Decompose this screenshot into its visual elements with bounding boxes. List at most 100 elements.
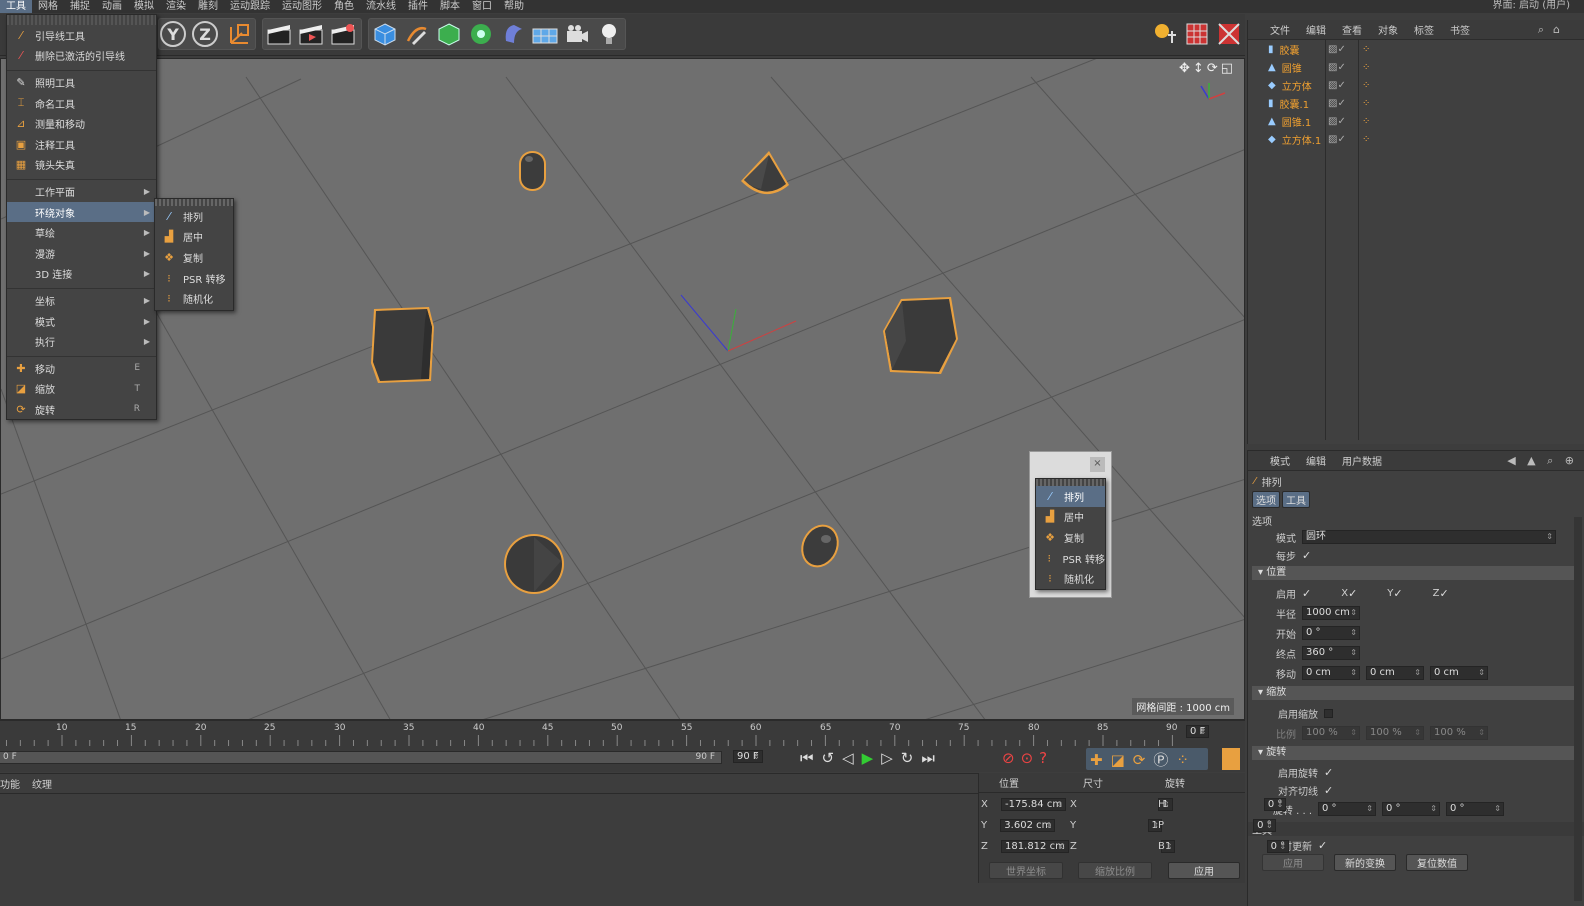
menu-item-delete-guides[interactable]: ⁄ 删除已激活的引导线 xyxy=(7,46,156,67)
position-x-field[interactable]: -175.84 cm xyxy=(1001,798,1067,811)
workplane-button[interactable] xyxy=(1182,19,1212,49)
menu-snap[interactable]: 捕捉 xyxy=(64,0,96,13)
add-cloner-button[interactable] xyxy=(466,19,496,49)
menu-item-move[interactable]: ✚ 移动 E xyxy=(7,358,156,379)
x-checkbox[interactable]: ✓ xyxy=(1348,587,1357,600)
param-key-icon[interactable]: Ⓟ xyxy=(1153,751,1176,769)
record-key-icon[interactable]: ⊘ xyxy=(1002,749,1021,767)
am-menu-edit[interactable]: 编辑 xyxy=(1306,453,1326,468)
tag-icon[interactable]: ⁘ xyxy=(1362,116,1370,127)
z-checkbox[interactable]: ✓ xyxy=(1439,587,1448,600)
submenu-item-arrange[interactable]: ⁄ 排列 xyxy=(155,206,233,227)
submenu-item-psr-transfer[interactable]: ⁝ PSR 转移 xyxy=(155,268,233,289)
menu-item-measure-move[interactable]: ⊿ 测量和移动 xyxy=(7,113,156,134)
rotation-h-coord-field[interactable]: 0 ° xyxy=(1263,798,1287,811)
material-menu-functions[interactable]: 功能 xyxy=(0,776,20,791)
object-row[interactable]: ◆ 立方体.1 ▨✓ ⁘ xyxy=(1248,130,1584,148)
menu-item-annotation-tool[interactable]: ▣ 注释工具 xyxy=(7,134,156,155)
om-menu-objects[interactable]: 对象 xyxy=(1378,22,1398,37)
ratio-x-field[interactable]: 100 % xyxy=(1302,726,1360,740)
render-view-button[interactable] xyxy=(264,19,294,49)
enable-rotation-checkbox[interactable]: ✓ xyxy=(1324,766,1333,779)
menu-item-scale[interactable]: ◪ 缩放 T xyxy=(7,379,156,400)
add-subdivision-button[interactable] xyxy=(434,19,464,49)
visibility-toggle[interactable]: ▨✓ xyxy=(1328,80,1346,91)
section-position[interactable]: ▾ 位置 xyxy=(1252,566,1580,580)
menu-item-execute[interactable]: 执行 ▶ xyxy=(7,331,156,352)
play-icon[interactable]: ▶ xyxy=(862,749,882,767)
layout-selector[interactable]: 界面: 启动 (用户) xyxy=(1492,0,1570,12)
add-light-button[interactable] xyxy=(594,19,624,49)
align-tangent-checkbox[interactable]: ✓ xyxy=(1324,784,1333,797)
add-deformer-button[interactable] xyxy=(498,19,528,49)
frame-range-slider[interactable]: 0 F 90 F xyxy=(0,751,722,764)
add-camera-button[interactable] xyxy=(562,19,592,49)
palette-item-center[interactable]: ▟ 居中 xyxy=(1036,507,1105,528)
go-to-end-icon[interactable]: ⏭ xyxy=(921,749,943,767)
render-picture-viewer-button[interactable] xyxy=(296,19,326,49)
visibility-toggle[interactable]: ▨✓ xyxy=(1328,116,1346,127)
menu-item-3d-connexion[interactable]: 3D 连接 ▶ xyxy=(7,264,156,285)
menu-mograph[interactable]: 运动图形 xyxy=(276,0,328,13)
am-menu-mode[interactable]: 模式 xyxy=(1270,453,1290,468)
menu-mesh[interactable]: 网格 xyxy=(32,0,64,13)
menu-window[interactable]: 窗口 xyxy=(466,0,498,13)
move-x-field[interactable]: 0 cm xyxy=(1302,666,1360,680)
palette-item-psr-transfer[interactable]: ⁝ PSR 转移 xyxy=(1036,548,1105,569)
move-z-field[interactable]: 0 cm xyxy=(1430,666,1488,680)
menu-tools[interactable]: 工具 xyxy=(0,0,32,13)
add-spline-pen-button[interactable] xyxy=(402,19,432,49)
rotation-p-field[interactable]: 0 ° xyxy=(1382,802,1440,816)
object-row[interactable]: ▲ 圆锥.1 ▨✓ ⁘ xyxy=(1248,112,1584,130)
om-menu-bookmarks[interactable]: 书签 xyxy=(1450,22,1470,37)
menu-item-navigation[interactable]: 漫游 ▶ xyxy=(7,243,156,264)
menu-item-lighting-tool[interactable]: ✎ 照明工具 xyxy=(7,72,156,93)
om-menu-view[interactable]: 查看 xyxy=(1342,22,1362,37)
timeline-ruler[interactable]: 10 15 20 25 30 35 40 45 50 55 60 65 70 7… xyxy=(0,720,1245,747)
scale-ratio-dropdown[interactable]: 缩放比例 xyxy=(1078,862,1152,879)
cone-object[interactable] xyxy=(741,151,789,195)
section-rotation[interactable]: ▾ 旋转 xyxy=(1252,746,1580,760)
timeline-toggle-button[interactable] xyxy=(1222,748,1240,770)
submenu-item-randomize[interactable]: ⁝ 随机化 xyxy=(155,288,233,309)
move-key-icon[interactable]: ✚ xyxy=(1090,751,1111,769)
object-row[interactable]: ▮ 胶囊 ▨✓ ⁘ xyxy=(1248,40,1584,58)
ratio-z-field[interactable]: 100 % xyxy=(1430,726,1488,740)
menu-item-coordinates[interactable]: 坐标 ▶ xyxy=(7,290,156,311)
point-level-key-icon[interactable]: ⁘ xyxy=(1176,751,1197,769)
om-search-icon[interactable]: ⌕ xyxy=(1538,23,1544,37)
menu-character[interactable]: 角色 xyxy=(328,0,360,13)
viewport-navigation-icons[interactable]: ✥↕⟳◱ xyxy=(1179,61,1236,76)
reset-values-button[interactable]: 复位数值 xyxy=(1406,854,1468,871)
next-frame-icon[interactable]: ▷ xyxy=(881,749,901,767)
previous-frame-icon[interactable]: ◁ xyxy=(842,749,862,767)
cube-object[interactable] xyxy=(371,307,434,383)
am-scrollbar[interactable] xyxy=(1574,517,1582,901)
menu-item-naming-tool[interactable]: ⌶ 命名工具 xyxy=(7,93,156,114)
rotation-b-coord-field[interactable]: 0 ° xyxy=(1266,840,1290,853)
menu-item-sketch[interactable]: 草绘 ▶ xyxy=(7,222,156,243)
menu-item-guide-tool[interactable]: ⁄ 引导线工具 xyxy=(7,25,156,46)
submenu-tearoff[interactable] xyxy=(155,199,233,206)
palette-tearoff[interactable] xyxy=(1036,479,1105,486)
submenu-item-center[interactable]: ▟ 居中 xyxy=(155,227,233,248)
previous-key-icon[interactable]: ↺ xyxy=(822,749,843,767)
z-axis-lock-button[interactable]: Z xyxy=(192,21,218,47)
menu-render[interactable]: 渲染 xyxy=(160,0,192,13)
rotate-key-icon[interactable]: ⟳ xyxy=(1133,751,1154,769)
mode-dropdown[interactable]: 圆环 xyxy=(1302,530,1556,544)
new-transform-button[interactable]: 新的变换 xyxy=(1334,854,1396,871)
menu-sculpt[interactable]: 雕刻 xyxy=(192,0,224,13)
om-menu-edit[interactable]: 编辑 xyxy=(1306,22,1326,37)
am-menu-user-data[interactable]: 用户数据 xyxy=(1342,453,1382,468)
material-menu-texture[interactable]: 纹理 xyxy=(32,776,52,791)
ratio-y-field[interactable]: 100 % xyxy=(1366,726,1424,740)
rotation-h-field[interactable]: 0 ° xyxy=(1318,802,1376,816)
menu-item-arrange-objects[interactable]: 环绕对象 ▶ xyxy=(7,201,156,223)
menu-animate[interactable]: 动画 xyxy=(96,0,128,13)
cube-1-object[interactable] xyxy=(883,297,958,374)
palette-item-arrange[interactable]: ⁄ 排列 xyxy=(1036,486,1105,507)
submenu-item-duplicate[interactable]: ❖ 复制 xyxy=(155,247,233,268)
perspective-viewport[interactable]: ✥↕⟳◱ 网格间距 : 1000 cm xyxy=(0,58,1245,720)
menu-item-lens-distortion[interactable]: ▦ 镜头失真 xyxy=(7,155,156,176)
